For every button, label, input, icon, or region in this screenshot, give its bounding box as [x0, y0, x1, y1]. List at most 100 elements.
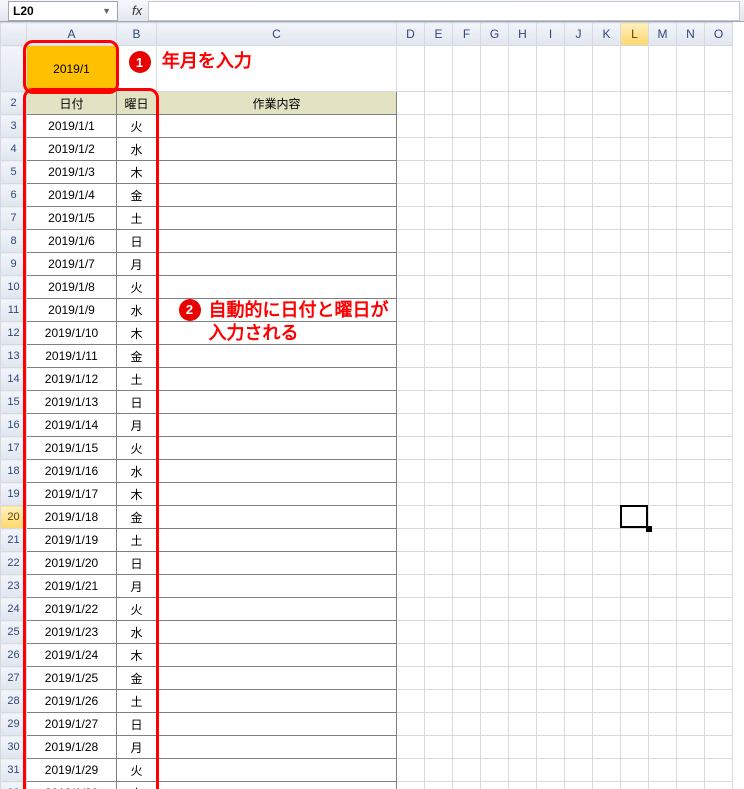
- cell-M12[interactable]: [649, 322, 677, 345]
- cell-I7[interactable]: [537, 207, 565, 230]
- cell-F24[interactable]: [453, 598, 481, 621]
- cell-L14[interactable]: [621, 368, 649, 391]
- row-header-11[interactable]: 11: [1, 299, 27, 322]
- cell-L27[interactable]: [621, 667, 649, 690]
- cell-K12[interactable]: [593, 322, 621, 345]
- cell-B6[interactable]: 金: [117, 184, 157, 207]
- cell-G4[interactable]: [481, 138, 509, 161]
- cell-J23[interactable]: [565, 575, 593, 598]
- cell-J5[interactable]: [565, 161, 593, 184]
- cell-B16[interactable]: 月: [117, 414, 157, 437]
- cell-N26[interactable]: [677, 644, 705, 667]
- cell-A22[interactable]: 2019/1/20: [27, 552, 117, 575]
- cell-M31[interactable]: [649, 759, 677, 782]
- cell-O14[interactable]: [705, 368, 733, 391]
- cell-K19[interactable]: [593, 483, 621, 506]
- cell-A11[interactable]: 2019/1/9: [27, 299, 117, 322]
- cell-D14[interactable]: [397, 368, 425, 391]
- cell-F13[interactable]: [453, 345, 481, 368]
- cell-E13[interactable]: [425, 345, 453, 368]
- cell-B12[interactable]: 木: [117, 322, 157, 345]
- cell-K15[interactable]: [593, 391, 621, 414]
- cell-F30[interactable]: [453, 736, 481, 759]
- cell-K13[interactable]: [593, 345, 621, 368]
- cell-E2[interactable]: [425, 92, 453, 115]
- cell-F12[interactable]: [453, 322, 481, 345]
- row-header-7[interactable]: 7: [1, 207, 27, 230]
- cell-B17[interactable]: 火: [117, 437, 157, 460]
- formula-input[interactable]: [148, 1, 740, 21]
- cell-N5[interactable]: [677, 161, 705, 184]
- row-header-15[interactable]: 15: [1, 391, 27, 414]
- cell-F6[interactable]: [453, 184, 481, 207]
- cell-F27[interactable]: [453, 667, 481, 690]
- cell-H24[interactable]: [509, 598, 537, 621]
- cell-H17[interactable]: [509, 437, 537, 460]
- cell-A28[interactable]: 2019/1/26: [27, 690, 117, 713]
- cell-J6[interactable]: [565, 184, 593, 207]
- cell-I18[interactable]: [537, 460, 565, 483]
- cell-I17[interactable]: [537, 437, 565, 460]
- cell-M23[interactable]: [649, 575, 677, 598]
- cell-J2[interactable]: [565, 92, 593, 115]
- cell-J27[interactable]: [565, 667, 593, 690]
- cell-B19[interactable]: 木: [117, 483, 157, 506]
- cell-F25[interactable]: [453, 621, 481, 644]
- cell-L4[interactable]: [621, 138, 649, 161]
- cell-H27[interactable]: [509, 667, 537, 690]
- cell-G11[interactable]: [481, 299, 509, 322]
- cell-M7[interactable]: [649, 207, 677, 230]
- cell-H13[interactable]: [509, 345, 537, 368]
- col-header-H[interactable]: H: [509, 23, 537, 46]
- cell-N30[interactable]: [677, 736, 705, 759]
- cell-B4[interactable]: 水: [117, 138, 157, 161]
- cell-O7[interactable]: [705, 207, 733, 230]
- cell-O27[interactable]: [705, 667, 733, 690]
- cell-N28[interactable]: [677, 690, 705, 713]
- cell-H12[interactable]: [509, 322, 537, 345]
- cell-O24[interactable]: [705, 598, 733, 621]
- cell-K5[interactable]: [593, 161, 621, 184]
- cell-I26[interactable]: [537, 644, 565, 667]
- cell-G26[interactable]: [481, 644, 509, 667]
- cell-O13[interactable]: [705, 345, 733, 368]
- cell-F1[interactable]: [453, 46, 481, 92]
- cell-M20[interactable]: [649, 506, 677, 529]
- cell-K1[interactable]: [593, 46, 621, 92]
- cell-M8[interactable]: [649, 230, 677, 253]
- cell-J4[interactable]: [565, 138, 593, 161]
- row-header-17[interactable]: 17: [1, 437, 27, 460]
- cell-O23[interactable]: [705, 575, 733, 598]
- cell-O16[interactable]: [705, 414, 733, 437]
- cell-G28[interactable]: [481, 690, 509, 713]
- cell-I19[interactable]: [537, 483, 565, 506]
- col-header-K[interactable]: K: [593, 23, 621, 46]
- cell-C21[interactable]: [157, 529, 397, 552]
- row-header-30[interactable]: 30: [1, 736, 27, 759]
- cell-A13[interactable]: 2019/1/11: [27, 345, 117, 368]
- cell-G32[interactable]: [481, 782, 509, 789]
- cell-D18[interactable]: [397, 460, 425, 483]
- cell-G9[interactable]: [481, 253, 509, 276]
- cell-E4[interactable]: [425, 138, 453, 161]
- cell-D2[interactable]: [397, 92, 425, 115]
- cell-C3[interactable]: [157, 115, 397, 138]
- cell-A3[interactable]: 2019/1/1: [27, 115, 117, 138]
- cell-E32[interactable]: [425, 782, 453, 789]
- col-header-E[interactable]: E: [425, 23, 453, 46]
- cell-G13[interactable]: [481, 345, 509, 368]
- cell-E8[interactable]: [425, 230, 453, 253]
- cell-O20[interactable]: [705, 506, 733, 529]
- cell-N2[interactable]: [677, 92, 705, 115]
- cell-F10[interactable]: [453, 276, 481, 299]
- cell-D5[interactable]: [397, 161, 425, 184]
- cell-O1[interactable]: [705, 46, 733, 92]
- cell-H3[interactable]: [509, 115, 537, 138]
- cell-A9[interactable]: 2019/1/7: [27, 253, 117, 276]
- row-header-28[interactable]: 28: [1, 690, 27, 713]
- cell-A12[interactable]: 2019/1/10: [27, 322, 117, 345]
- cell-H21[interactable]: [509, 529, 537, 552]
- cell-L25[interactable]: [621, 621, 649, 644]
- cell-J26[interactable]: [565, 644, 593, 667]
- cell-H4[interactable]: [509, 138, 537, 161]
